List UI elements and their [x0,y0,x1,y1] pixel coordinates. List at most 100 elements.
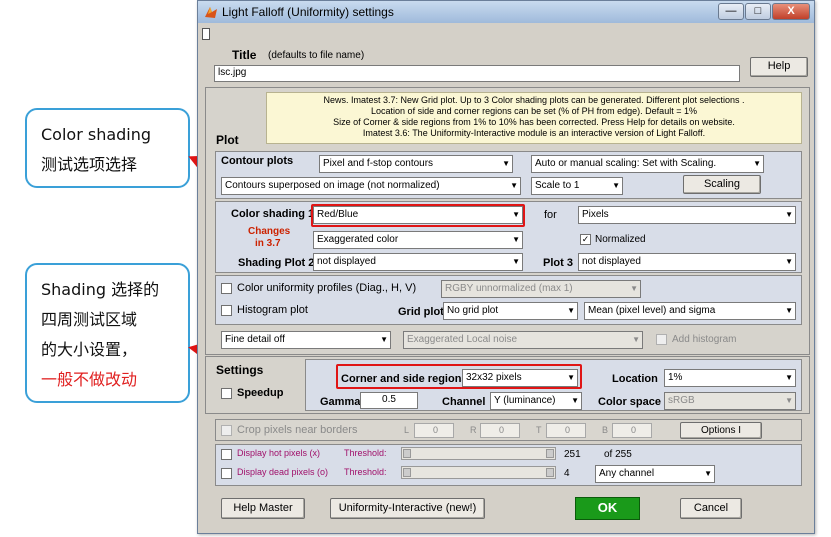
news-line: Imatest 3.6: The Uniformity-Interactive … [362,128,706,138]
slider-thumb[interactable] [546,468,554,477]
window-menu-stub[interactable] [202,28,210,40]
dead-threshold-label: Threshold: [344,467,387,477]
chevron-down-icon: ▼ [785,257,793,266]
chevron-down-icon: ▼ [510,181,518,190]
crop-b-input[interactable]: 0 [612,423,652,438]
hot-of-label: of 255 [604,449,632,460]
for-label: for [544,209,557,221]
minimize-button[interactable]: — [718,3,744,20]
hot-threshold-label: Threshold: [344,448,387,458]
location-label: Location [612,373,658,385]
help-master-button[interactable]: Help Master [221,498,305,519]
close-button[interactable]: X [772,3,810,20]
chevron-down-icon: ▼ [512,257,520,266]
maximize-button[interactable]: □ [745,3,771,20]
ok-button[interactable]: OK [575,497,640,520]
hot-threshold-value: 251 [564,449,581,460]
slider-thumb[interactable] [546,449,554,458]
crop-r-input[interactable]: 0 [480,423,520,438]
hot-threshold-slider[interactable] [401,447,556,460]
scaling-mode-select[interactable]: Auto or manual scaling: Set with Scaling… [531,155,764,173]
gamma-label: Gamma [320,396,361,408]
chevron-down-icon: ▼ [502,159,510,168]
location-select[interactable]: 1% ▼ [664,369,796,387]
hot-pixels-checkbox[interactable] [221,449,232,460]
contour-plots-label: Contour plots [221,155,294,167]
chevron-down-icon: ▼ [380,335,388,344]
grid-plot-label: Grid plot [398,306,444,318]
uniformity-interactive-button[interactable]: Uniformity-Interactive (new!) [330,498,485,519]
crop-r-label: R [470,425,477,435]
mean-sigma-select[interactable]: Mean (pixel level) and sigma ▼ [584,302,796,320]
contour-plots-select[interactable]: Pixel and f-stop contours ▼ [319,155,513,173]
dead-pixels-checkbox[interactable] [221,468,232,479]
news-line: News. Imatest 3.7: New Grid plot. Up to … [323,95,745,105]
scale-select[interactable]: Scale to 1 ▼ [531,177,623,195]
highlight-corner-regions [336,364,582,389]
speedup-checkbox[interactable] [221,388,232,399]
color-shading-label: Color shading 1 [231,208,315,220]
settings-window: Light Falloff (Uniformity) settings — □ … [197,0,815,534]
plot3-select[interactable]: not displayed ▼ [578,253,796,271]
window-titlebar: Light Falloff (Uniformity) settings — □ … [198,1,814,23]
channel-label: Channel [442,396,486,408]
gamma-input[interactable]: 0.5 [360,392,418,409]
help-button[interactable]: Help [750,57,808,77]
options-button[interactable]: Options I [680,422,762,439]
scaling-button[interactable]: Scaling [683,175,761,194]
chevron-down-icon: ▼ [612,181,620,190]
shading-plot2-select[interactable]: not displayed ▼ [313,253,523,271]
news-line: Location of side and corner regions can … [371,106,697,116]
changes-version-label: in 3.7 [255,238,281,249]
chevron-down-icon: ▼ [785,373,793,382]
dead-threshold-slider[interactable] [401,466,556,479]
chevron-down-icon: ▼ [571,396,579,405]
uniformity-profiles-checkbox[interactable] [221,283,232,294]
normalized-checkbox[interactable]: ✓ [580,234,591,245]
grid-plot-select[interactable]: No grid plot ▼ [443,302,578,320]
dead-threshold-value: 4 [564,468,570,479]
channel-select[interactable]: Y (luminance) ▼ [490,392,582,410]
settings-section-label: Settings [216,363,264,377]
crop-checkbox[interactable] [221,425,232,436]
fine-detail-select[interactable]: Fine detail off ▼ [221,331,391,349]
exaggerated-color-select[interactable]: Exaggerated color ▼ [313,231,523,249]
any-channel-select[interactable]: Any channel ▼ [595,465,715,483]
title-hint: (defaults to file name) [268,50,365,61]
plot-section-label: Plot [216,133,239,147]
changes-label: Changes [248,226,291,237]
for-select[interactable]: Pixels ▼ [578,206,796,224]
histogram-checkbox[interactable] [221,305,232,316]
chevron-down-icon: ▼ [567,306,575,315]
uniformity-profiles-select[interactable]: RGBY unnormalized (max 1) ▼ [441,280,641,298]
highlight-color-shading [311,204,525,227]
contour-overlay-select[interactable]: Contours superposed on image (not normal… [221,177,521,195]
chevron-down-icon: ▼ [704,469,712,478]
add-histogram-checkbox[interactable] [656,334,667,345]
slider-thumb[interactable] [403,449,411,458]
chevron-down-icon: ▼ [632,335,640,344]
speedup-label: Speedup [237,387,284,399]
chevron-down-icon: ▼ [785,396,793,405]
slider-thumb[interactable] [403,468,411,477]
crop-t-input[interactable]: 0 [546,423,586,438]
add-histogram-label: Add histogram [672,334,737,345]
crop-t-label: T [536,425,542,435]
crop-l-label: L [404,425,410,435]
color-space-select[interactable]: sRGB ▼ [664,392,796,410]
histogram-label: Histogram plot [237,304,308,316]
local-noise-select[interactable]: Exaggerated Local noise ▼ [403,331,643,349]
hot-pixels-label: Display hot pixels (x) [237,448,321,458]
title-label: Title [232,48,257,62]
color-space-label: Color space [598,396,661,408]
chevron-down-icon: ▼ [753,159,761,168]
crop-l-input[interactable]: 0 [414,423,454,438]
chevron-down-icon: ▼ [785,306,793,315]
uniformity-profiles-label: Color uniformity profiles (Diag., H, V) [237,282,417,294]
title-input[interactable]: lsc.jpg [214,65,740,82]
cancel-button[interactable]: Cancel [680,498,742,519]
shading-plot2-label: Shading Plot 2 [238,257,315,269]
plot3-label: Plot 3 [543,257,573,269]
crop-label: Crop pixels near borders [237,424,358,436]
crop-b-label: B [602,425,609,435]
